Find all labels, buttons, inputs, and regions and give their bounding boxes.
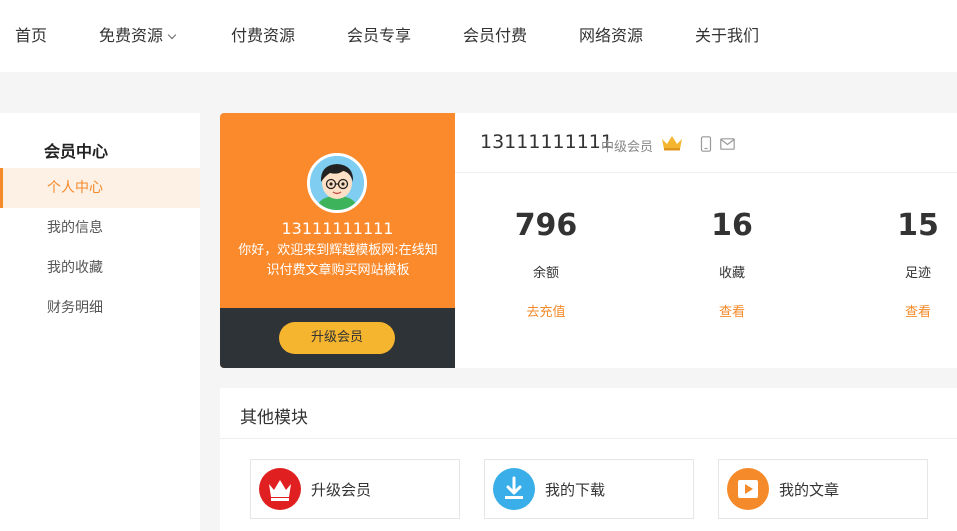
nav-member-paid[interactable]: 会员付费 <box>463 22 527 46</box>
nav-free-resources[interactable]: 免费资源 <box>99 22 177 46</box>
other-modules-title: 其他模块 <box>240 408 308 428</box>
footprints-label: 足迹 <box>904 266 931 281</box>
module-my-articles-label: 我的文章 <box>779 481 840 499</box>
sidebar-item-finance-details[interactable]: 财务明细 <box>0 288 200 328</box>
avatar[interactable] <box>307 153 367 213</box>
balance-label: 余额 <box>532 266 559 281</box>
play-icon <box>727 468 769 510</box>
profile-card-footer: 升级会员 <box>220 308 455 368</box>
sidebar-title: 会员中心 <box>44 142 109 161</box>
nav-paid-resources[interactable]: 付费资源 <box>231 22 295 46</box>
profile-username: 13111111111 <box>281 219 394 238</box>
sidebar-item-personal-center[interactable]: 个人中心 <box>0 168 200 208</box>
module-upgrade-member-label: 升级会员 <box>311 481 372 499</box>
profile-card: 13111111111 你好，欢迎来到辉越模板网:在线知识付费文章购买网站模板 … <box>220 113 455 368</box>
download-icon <box>493 468 535 510</box>
profile-welcome-text: 你好，欢迎来到辉越模板网:在线知识付费文章购买网站模板 <box>238 243 438 278</box>
nav-about-us[interactable]: 关于我们 <box>695 22 759 46</box>
top-nav: 首页 免费资源 付费资源 会员专享 会员付费 网络资源 关于我们 <box>0 0 957 72</box>
favorites-label: 收藏 <box>718 266 745 281</box>
other-modules-panel: 其他模块 升级会员 我的下载 我的文章 <box>220 388 957 531</box>
module-my-downloads[interactable]: 我的下载 <box>484 459 694 519</box>
recharge-link[interactable]: 去充值 <box>486 301 606 320</box>
view-favorites-link[interactable]: 查看 <box>672 301 792 320</box>
chevron-down-icon <box>167 30 177 40</box>
view-footprints-link[interactable]: 查看 <box>858 301 957 320</box>
sidebar-item-my-favorites[interactable]: 我的收藏 <box>0 248 200 288</box>
crown-icon <box>259 468 301 510</box>
module-my-downloads-label: 我的下载 <box>545 481 606 499</box>
crown-icon <box>662 136 682 151</box>
stat-favorites: 16 收藏 查看 <box>672 208 792 320</box>
mobile-phone-icon[interactable] <box>700 136 712 152</box>
nav-home[interactable]: 首页 <box>15 22 47 46</box>
favorites-value: 16 <box>711 208 753 243</box>
account-header: 13111111111 中级会员 <box>455 113 957 173</box>
footprints-value: 15 <box>897 208 939 243</box>
sidebar-item-my-info[interactable]: 我的信息 <box>0 208 200 248</box>
upgrade-member-button[interactable]: 升级会员 <box>279 322 395 354</box>
nav-network-resources[interactable]: 网络资源 <box>579 22 643 46</box>
member-level-badge: 中级会员 <box>601 140 654 155</box>
stat-balance: 796 余额 去充值 <box>486 208 606 320</box>
avatar-image <box>310 156 364 210</box>
mail-icon[interactable] <box>720 138 735 150</box>
sidebar: 会员中心 个人中心 我的信息 我的收藏 财务明细 <box>0 113 200 531</box>
module-my-articles[interactable]: 我的文章 <box>718 459 928 519</box>
account-stats-panel: 13111111111 中级会员 796 余额 去充值 16 收藏 查看 15 … <box>455 113 957 368</box>
balance-value: 796 <box>514 208 578 243</box>
divider <box>220 438 957 439</box>
account-phone: 13111111111 <box>480 131 613 153</box>
nav-free-label: 免费资源 <box>99 26 164 45</box>
module-upgrade-member[interactable]: 升级会员 <box>250 459 460 519</box>
nav-member-exclusive[interactable]: 会员专享 <box>347 22 411 46</box>
stat-footprints: 15 足迹 查看 <box>858 208 957 320</box>
